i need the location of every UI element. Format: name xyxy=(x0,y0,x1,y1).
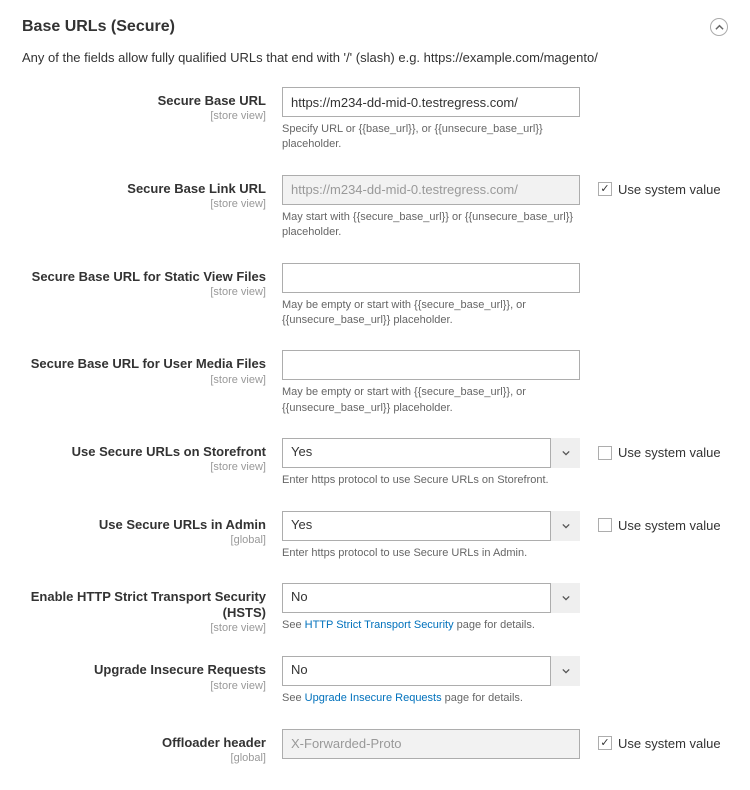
field-scope: [store view] xyxy=(22,110,266,122)
config-row: Use Secure URLs in Admin[global] Yes Enter… xyxy=(22,511,728,561)
collapse-toggle-icon[interactable] xyxy=(710,18,728,36)
field-scope: [store view] xyxy=(22,198,266,210)
field-hint: Enter https protocol to use Secure URLs … xyxy=(282,546,580,561)
select-input[interactable]: No xyxy=(282,656,580,686)
select-input[interactable]: Yes xyxy=(282,511,580,541)
section-title: Base URLs (Secure) xyxy=(22,18,175,36)
text-input[interactable] xyxy=(282,350,580,380)
use-system-value-label: Use system value xyxy=(618,736,721,751)
text-input[interactable] xyxy=(282,87,580,117)
field-scope: [global] xyxy=(22,752,266,764)
config-row: Offloader header[global] Use system value xyxy=(22,729,728,764)
field-label: Secure Base URL for User Media Files xyxy=(22,356,266,372)
hint-link[interactable]: HTTP Strict Transport Security xyxy=(305,619,454,631)
config-row: Secure Base Link URL[store view] May star… xyxy=(22,175,728,241)
field-scope: [store view] xyxy=(22,286,266,298)
field-hint: May start with {{secure_base_url}} or {{… xyxy=(282,210,580,241)
section-note: Any of the fields allow fully qualified … xyxy=(22,50,728,65)
select-input[interactable]: Yes xyxy=(282,438,580,468)
text-input[interactable] xyxy=(282,263,580,293)
use-system-value-label: Use system value xyxy=(618,182,721,197)
field-label: Secure Base URL xyxy=(22,93,266,109)
config-row: Upgrade Insecure Requests [store view] No S… xyxy=(22,656,728,706)
field-label: Use Secure URLs in Admin xyxy=(22,517,266,533)
field-label: Enable HTTP Strict Transport Security (H… xyxy=(22,589,266,622)
use-system-value-checkbox[interactable] xyxy=(598,446,612,460)
field-scope: [store view] xyxy=(22,374,266,386)
config-row: Secure Base URL for User Media Files [sto… xyxy=(22,350,728,416)
field-hint: Specify URL or {{base_url}}, or {{unsecu… xyxy=(282,122,580,153)
hint-link[interactable]: Upgrade Insecure Requests xyxy=(305,692,442,704)
use-system-value-checkbox[interactable] xyxy=(598,518,612,532)
config-row: Use Secure URLs on Storefront[store view… xyxy=(22,438,728,488)
select-input[interactable]: No xyxy=(282,583,580,613)
text-input xyxy=(282,175,580,205)
config-row: Enable HTTP Strict Transport Security (H… xyxy=(22,583,728,635)
field-scope: [store view] xyxy=(22,680,266,692)
field-scope: [store view] xyxy=(22,622,266,634)
field-hint: May be empty or start with {{secure_base… xyxy=(282,298,580,329)
field-label: Offloader header xyxy=(22,735,266,751)
field-scope: [global] xyxy=(22,534,266,546)
use-system-value-label: Use system value xyxy=(618,445,721,460)
use-system-value-checkbox[interactable] xyxy=(598,736,612,750)
field-hint: May be empty or start with {{secure_base… xyxy=(282,385,580,416)
field-scope: [store view] xyxy=(22,461,266,473)
use-system-value-label: Use system value xyxy=(618,518,721,533)
field-label: Upgrade Insecure Requests xyxy=(22,662,266,678)
field-hint: See HTTP Strict Transport Security page … xyxy=(282,618,580,633)
use-system-value-checkbox[interactable] xyxy=(598,182,612,196)
text-input xyxy=(282,729,580,759)
config-row: Secure Base URL for Static View Files[st… xyxy=(22,263,728,329)
config-row: Secure Base URL[store view] Specify URL o… xyxy=(22,87,728,153)
field-label: Secure Base URL for Static View Files xyxy=(22,269,266,285)
field-hint: Enter https protocol to use Secure URLs … xyxy=(282,473,580,488)
field-hint: See Upgrade Insecure Requests page for d… xyxy=(282,691,580,706)
field-label: Use Secure URLs on Storefront xyxy=(22,444,266,460)
field-label: Secure Base Link URL xyxy=(22,181,266,197)
